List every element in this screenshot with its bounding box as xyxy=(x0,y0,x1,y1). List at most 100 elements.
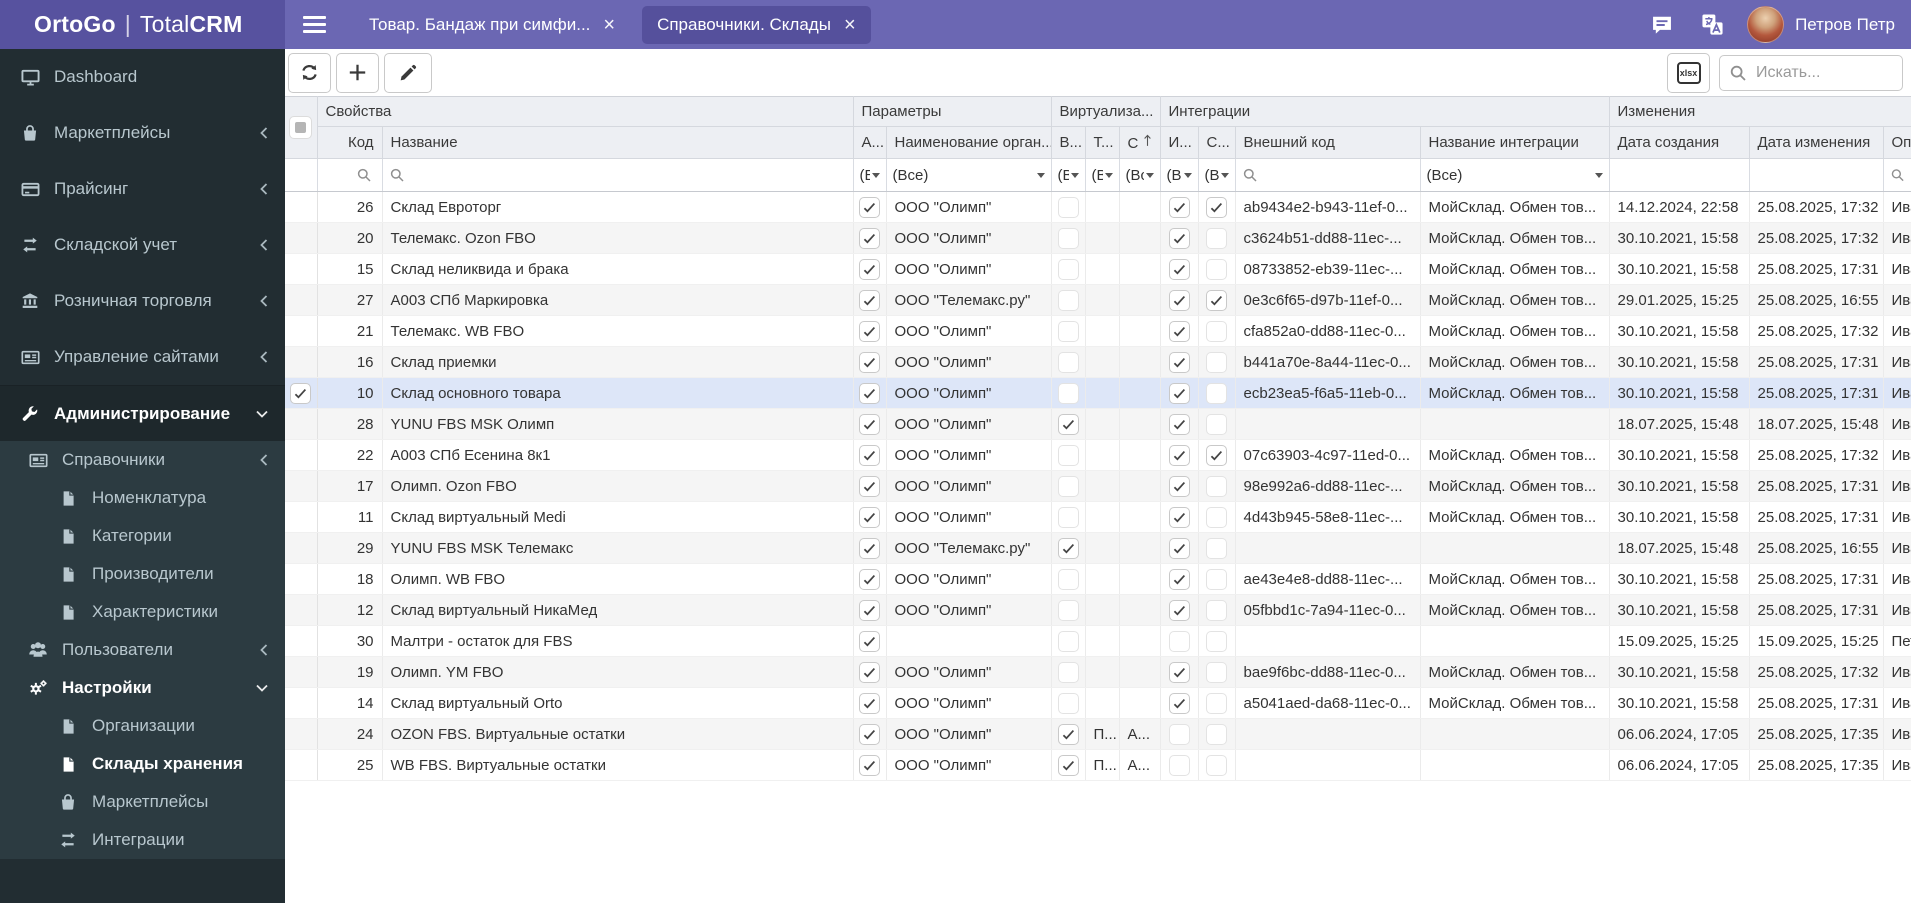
cell-integration-enabled[interactable] xyxy=(1160,439,1199,471)
cell-organization[interactable]: ООО "Олимп" xyxy=(886,377,1052,409)
table-row[interactable]: 25 WB FBS. Виртуальные остатки ООО "Олимп"… xyxy=(285,749,1911,781)
cell-integration-name[interactable]: МойСклад. Обмен тов... xyxy=(1420,346,1610,378)
filter-actual[interactable]: (В... xyxy=(853,158,887,192)
cell-integration-name[interactable]: МойСклад. Обмен тов... xyxy=(1420,594,1610,626)
cell-virtual[interactable] xyxy=(1051,718,1086,750)
cell-type[interactable] xyxy=(1085,563,1120,595)
cell-type[interactable] xyxy=(1085,253,1120,285)
cell-operator[interactable]: Ива xyxy=(1883,408,1911,440)
sidebar-item-категории[interactable]: Категории xyxy=(0,517,285,555)
cell-row-select[interactable] xyxy=(285,377,318,409)
cell-operator[interactable]: Ива xyxy=(1883,687,1911,719)
cell-date-modified[interactable]: 25.08.2025, 16:55 xyxy=(1749,532,1884,564)
cell-integration-name[interactable]: МойСклад. Обмен тов... xyxy=(1420,377,1610,409)
sidebar-item-организации[interactable]: Организации xyxy=(0,707,285,745)
filter-code[interactable] xyxy=(317,158,383,192)
close-icon[interactable]: × xyxy=(603,15,615,35)
table-row[interactable]: 26 Склад Евроторг ООО "Олимп" ab9434e2-b943… xyxy=(285,191,1911,223)
cell-integration-enabled[interactable] xyxy=(1160,408,1199,440)
cell-type[interactable] xyxy=(1085,191,1120,223)
table-row[interactable]: 11 Склад виртуальный Medi ООО "Олимп" 4d43b… xyxy=(285,501,1911,533)
column-header-organization[interactable]: Наименование орган... xyxy=(886,126,1052,159)
sidebar-item-интеграции[interactable]: Интеграции xyxy=(0,821,285,859)
language-icon[interactable] xyxy=(1701,13,1724,36)
cell-operator[interactable]: Ива xyxy=(1883,439,1911,471)
sidebar-item-производители[interactable]: Производители xyxy=(0,555,285,593)
cell-operator[interactable]: Пет xyxy=(1883,625,1911,657)
cell-sync[interactable] xyxy=(1198,625,1236,657)
cell-type[interactable] xyxy=(1085,532,1120,564)
cell-actual[interactable] xyxy=(853,408,887,440)
cell-operator[interactable]: Ива xyxy=(1883,501,1911,533)
table-row[interactable]: 12 Склад виртуальный НикаМед ООО "Олимп" 05… xyxy=(285,594,1911,626)
cell-organization[interactable]: ООО "Телемакс.ру" xyxy=(886,284,1052,316)
cell-name[interactable]: А003 СПб Маркировка xyxy=(382,284,854,316)
tab-product-bandage[interactable]: Товар. Бандаж при симфи... × xyxy=(354,6,630,44)
cell-row-select[interactable] xyxy=(285,563,318,595)
sidebar-item-dashboard[interactable]: Dashboard xyxy=(0,49,285,105)
cell-actual[interactable] xyxy=(853,749,887,781)
cell-external-code[interactable]: 4d43b945-58e8-11ec-... xyxy=(1235,501,1421,533)
cell-date-modified[interactable]: 25.08.2025, 17:32 xyxy=(1749,315,1884,347)
cell-external-code[interactable]: ae43e4e8-dd88-11ec-... xyxy=(1235,563,1421,595)
cell-sync[interactable] xyxy=(1198,346,1236,378)
cell-actual[interactable] xyxy=(853,687,887,719)
cell-date-created[interactable]: 18.07.2025, 15:48 xyxy=(1609,532,1750,564)
sidebar-item-управление-сайтами[interactable]: Управление сайтами xyxy=(0,329,285,385)
cell-external-code[interactable]: cfa852a0-dd88-11ec-0... xyxy=(1235,315,1421,347)
cell-date-created[interactable]: 30.10.2021, 15:58 xyxy=(1609,563,1750,595)
cell-external-code[interactable]: 05fbbd1c-7a94-11ec-0... xyxy=(1235,594,1421,626)
table-row[interactable]: 10 Склад основного товара ООО "Олимп" ecb23… xyxy=(285,377,1911,409)
cell-date-modified[interactable]: 25.08.2025, 17:31 xyxy=(1749,346,1884,378)
cell-date-modified[interactable]: 25.08.2025, 17:31 xyxy=(1749,377,1884,409)
cell-sync[interactable] xyxy=(1198,532,1236,564)
column-header-operator[interactable]: Оп xyxy=(1883,126,1911,159)
cell-code[interactable]: 24 xyxy=(317,718,383,750)
cell-operator[interactable]: Ива xyxy=(1883,346,1911,378)
cell-status[interactable] xyxy=(1119,253,1161,285)
cell-organization[interactable]: ООО "Олимп" xyxy=(886,501,1052,533)
column-header-date-modified[interactable]: Дата изменения xyxy=(1749,126,1884,159)
cell-status[interactable] xyxy=(1119,470,1161,502)
cell-type[interactable] xyxy=(1085,284,1120,316)
table-row[interactable]: 21 Телемакс. WB FBO ООО "Олимп" cfa852a0-dd… xyxy=(285,315,1911,347)
table-row[interactable]: 17 Олимп. Ozon FBO ООО "Олимп" 98e992a6-dd8… xyxy=(285,470,1911,502)
filter-integration-name[interactable]: (Все) xyxy=(1420,158,1610,192)
cell-code[interactable]: 25 xyxy=(317,749,383,781)
cell-code[interactable]: 15 xyxy=(317,253,383,285)
cell-integration-enabled[interactable] xyxy=(1160,501,1199,533)
cell-integration-enabled[interactable] xyxy=(1160,749,1199,781)
cell-row-select[interactable] xyxy=(285,625,318,657)
cell-date-created[interactable]: 29.01.2025, 15:25 xyxy=(1609,284,1750,316)
cell-external-code[interactable]: 08733852-eb39-11ec-... xyxy=(1235,253,1421,285)
cell-organization[interactable]: ООО "Олимп" xyxy=(886,315,1052,347)
cell-integration-enabled[interactable] xyxy=(1160,532,1199,564)
cell-code[interactable]: 18 xyxy=(317,563,383,595)
cell-date-created[interactable]: 30.10.2021, 15:58 xyxy=(1609,222,1750,254)
cell-actual[interactable] xyxy=(853,532,887,564)
cell-external-code[interactable] xyxy=(1235,408,1421,440)
cell-code[interactable]: 11 xyxy=(317,501,383,533)
cell-name[interactable]: Склад приемки xyxy=(382,346,854,378)
cell-integration-name[interactable] xyxy=(1420,532,1610,564)
sidebar-item-справочники[interactable]: Справочники xyxy=(0,441,285,479)
cell-date-modified[interactable]: 25.08.2025, 17:31 xyxy=(1749,470,1884,502)
cell-status[interactable] xyxy=(1119,594,1161,626)
cell-date-modified[interactable]: 15.09.2025, 15:25 xyxy=(1749,625,1884,657)
messages-icon[interactable] xyxy=(1651,14,1673,36)
cell-actual[interactable] xyxy=(853,191,887,223)
cell-external-code[interactable] xyxy=(1235,532,1421,564)
cell-sync[interactable] xyxy=(1198,563,1236,595)
cell-row-select[interactable] xyxy=(285,439,318,471)
sidebar-item-номенклатура[interactable]: Номенклатура xyxy=(0,479,285,517)
cell-sync[interactable] xyxy=(1198,191,1236,223)
cell-operator[interactable]: Ива xyxy=(1883,377,1911,409)
cell-type[interactable]: П... xyxy=(1085,718,1120,750)
cell-external-code[interactable]: 98e992a6-dd88-11ec-... xyxy=(1235,470,1421,502)
cell-virtual[interactable] xyxy=(1051,563,1086,595)
cell-type[interactable] xyxy=(1085,315,1120,347)
cell-status[interactable] xyxy=(1119,687,1161,719)
filter-organization[interactable]: (Все) xyxy=(886,158,1052,192)
cell-virtual[interactable] xyxy=(1051,749,1086,781)
cell-sync[interactable] xyxy=(1198,749,1236,781)
